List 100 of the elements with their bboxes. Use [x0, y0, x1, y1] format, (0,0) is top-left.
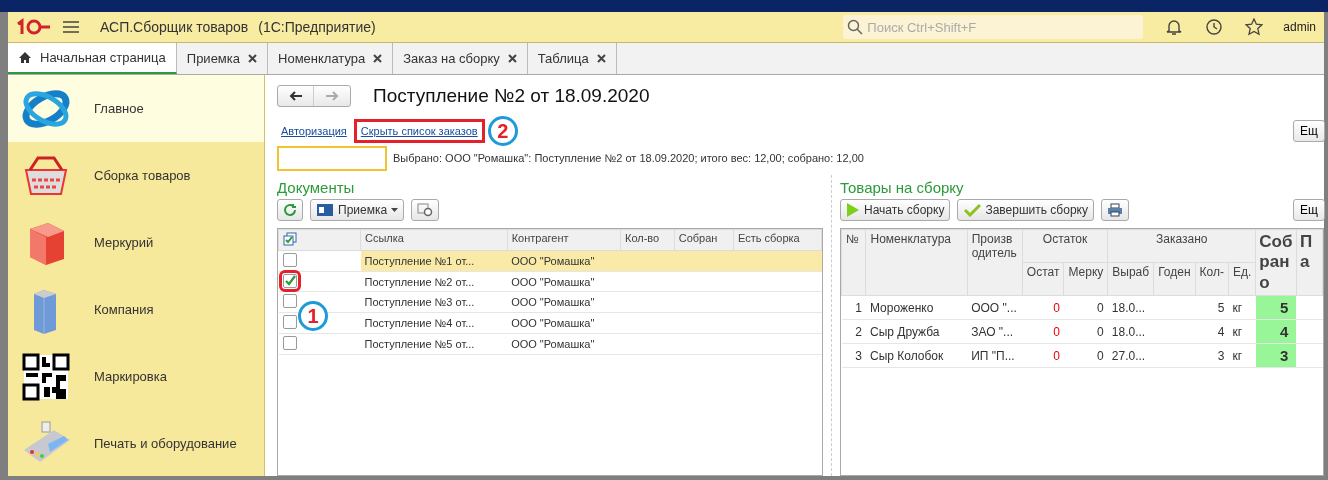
close-icon[interactable]	[507, 54, 517, 63]
refresh-button[interactable]	[277, 199, 303, 221]
checkbox[interactable]	[282, 336, 297, 350]
column-header: Кол-во	[620, 229, 675, 251]
platform-label: (1С:Предприятие)	[258, 19, 376, 35]
sidebar-item[interactable]: Компания	[8, 276, 264, 343]
table-cell: ООО "Ромашка"	[507, 333, 621, 355]
table-cell: 0	[1063, 295, 1108, 320]
user-name[interactable]: admin	[1283, 20, 1316, 34]
table-cell: 3	[841, 343, 866, 368]
input-field[interactable]	[277, 145, 387, 171]
settings-button[interactable]	[411, 199, 440, 221]
checkbox[interactable]	[282, 253, 297, 267]
column-header: Мерку	[1063, 262, 1108, 296]
table-cell: кг	[1228, 295, 1256, 320]
logo-icon	[16, 18, 52, 36]
column-header: Контрагент	[507, 229, 621, 251]
close-icon[interactable]	[596, 54, 606, 63]
link[interactable]: Авторизация	[277, 122, 351, 140]
table-cell: 18.0...	[1107, 295, 1154, 320]
document-title: Поступление №2 от 18.09.2020	[373, 85, 650, 107]
table-cell: 27.0...	[1107, 343, 1154, 368]
column-header: Па	[1296, 229, 1323, 296]
table-cell[interactable]: Поступление №4 от...	[360, 312, 508, 334]
refresh-icon	[283, 203, 297, 217]
sidebar-item[interactable]: Главное	[8, 75, 264, 142]
sidebar-item[interactable]: Сборка товаров	[8, 142, 264, 209]
table-cell: ЗАО "...	[967, 319, 1023, 344]
search-icon	[847, 19, 864, 35]
column-header: Остаток	[1022, 229, 1108, 263]
tab[interactable]: Начальная страница	[8, 43, 177, 74]
link[interactable]: Скрыть список заказов	[356, 122, 482, 140]
table-cell: ООО "Ромашка"	[507, 271, 621, 292]
table-cell: 5	[1195, 295, 1229, 320]
start-button[interactable]: Начать сборку	[840, 199, 951, 221]
menu-icon[interactable]	[62, 20, 80, 34]
table-cell: ООО "...	[967, 295, 1023, 320]
print-button[interactable]	[1100, 199, 1129, 221]
column-header: Производитель	[967, 229, 1023, 296]
table-cell: ООО "Ромашка"	[507, 312, 621, 334]
table-cell: 3	[1255, 343, 1297, 368]
table-cell: ООО "Ромашка"	[507, 291, 621, 313]
finish-button[interactable]: Завершить сборку	[957, 199, 1094, 221]
table-cell: 1	[841, 295, 866, 320]
section-title: Товары на сборку	[840, 179, 965, 196]
table-cell[interactable]: Поступление №1 от...	[360, 250, 508, 272]
table-cell: 0	[1063, 319, 1108, 344]
table-cell: ООО "Ромашка"	[507, 250, 621, 272]
section-title: Документы	[277, 179, 356, 196]
column-header: Выраб	[1107, 262, 1154, 296]
table-cell: Мороженко	[866, 295, 968, 320]
home-icon	[18, 51, 32, 64]
table-cell: 3	[1195, 343, 1229, 368]
table-cell: 0	[1063, 343, 1108, 368]
play-icon	[846, 202, 860, 218]
table-cell[interactable]: Поступление №5 от...	[360, 333, 508, 355]
star-icon[interactable]	[1245, 18, 1264, 36]
column-header: №	[841, 229, 866, 296]
table-cell: 4	[1195, 319, 1229, 344]
table-cell: кг	[1228, 319, 1256, 344]
check-all-icon[interactable]	[283, 232, 297, 246]
table-cell: 0	[1022, 343, 1064, 368]
table-cell: 18.0...	[1107, 319, 1154, 344]
app-title: АСП.Сборщик товаров	[100, 19, 249, 35]
column-header: Есть сборка	[733, 229, 822, 251]
search-placeholder: Поиск Ctrl+Shift+F	[867, 19, 977, 35]
settings-icon	[417, 203, 434, 217]
table-cell: ИП "П...	[967, 343, 1023, 368]
selection-summary: Выбрано: ООО "Ромашка": Поступление №2 от 18.09.2020; итого вес: 12,00; собрано: 12,00	[393, 152, 864, 164]
sidebar-item[interactable]: Маркировка	[8, 343, 264, 410]
more-button[interactable]: Ещ	[1293, 120, 1325, 142]
table-cell: 5	[1255, 295, 1297, 320]
sidebar-item[interactable]: Меркурий	[8, 209, 264, 276]
checkbox[interactable]	[282, 315, 297, 329]
right-arrow-icon	[325, 91, 339, 101]
left-arrow-icon	[288, 91, 303, 101]
column-header: Собрано	[1255, 229, 1297, 296]
annotation-number: 1	[298, 301, 328, 331]
table-cell: 0	[1022, 319, 1064, 344]
more-button[interactable]: Ещ	[1293, 199, 1325, 221]
table-cell[interactable]: Поступление №2 от...	[360, 271, 508, 292]
table-cell: 2	[841, 319, 866, 344]
table-cell: 0	[1022, 295, 1064, 320]
dropdown-button[interactable]: Приемка	[310, 199, 405, 221]
annotation-number: 2	[487, 116, 518, 146]
column-header: Собран	[674, 229, 734, 251]
checkbox[interactable]	[282, 294, 297, 308]
qr-code-icon	[20, 352, 72, 401]
caret-icon	[391, 208, 399, 212]
close-icon[interactable]	[373, 54, 383, 63]
history-icon[interactable]	[1205, 18, 1224, 36]
printer-icon	[1106, 203, 1123, 217]
bell-icon[interactable]	[1165, 18, 1184, 36]
column-header: Заказано	[1107, 229, 1256, 263]
table-cell[interactable]: Поступление №3 от...	[360, 291, 508, 313]
checkmark-icon	[963, 203, 982, 217]
close-icon[interactable]	[248, 54, 257, 63]
sidebar-item[interactable]: Печать и оборудование	[8, 410, 264, 477]
table-cell: Сыр Дружба	[866, 319, 968, 344]
table-cell: 4	[1255, 319, 1297, 344]
